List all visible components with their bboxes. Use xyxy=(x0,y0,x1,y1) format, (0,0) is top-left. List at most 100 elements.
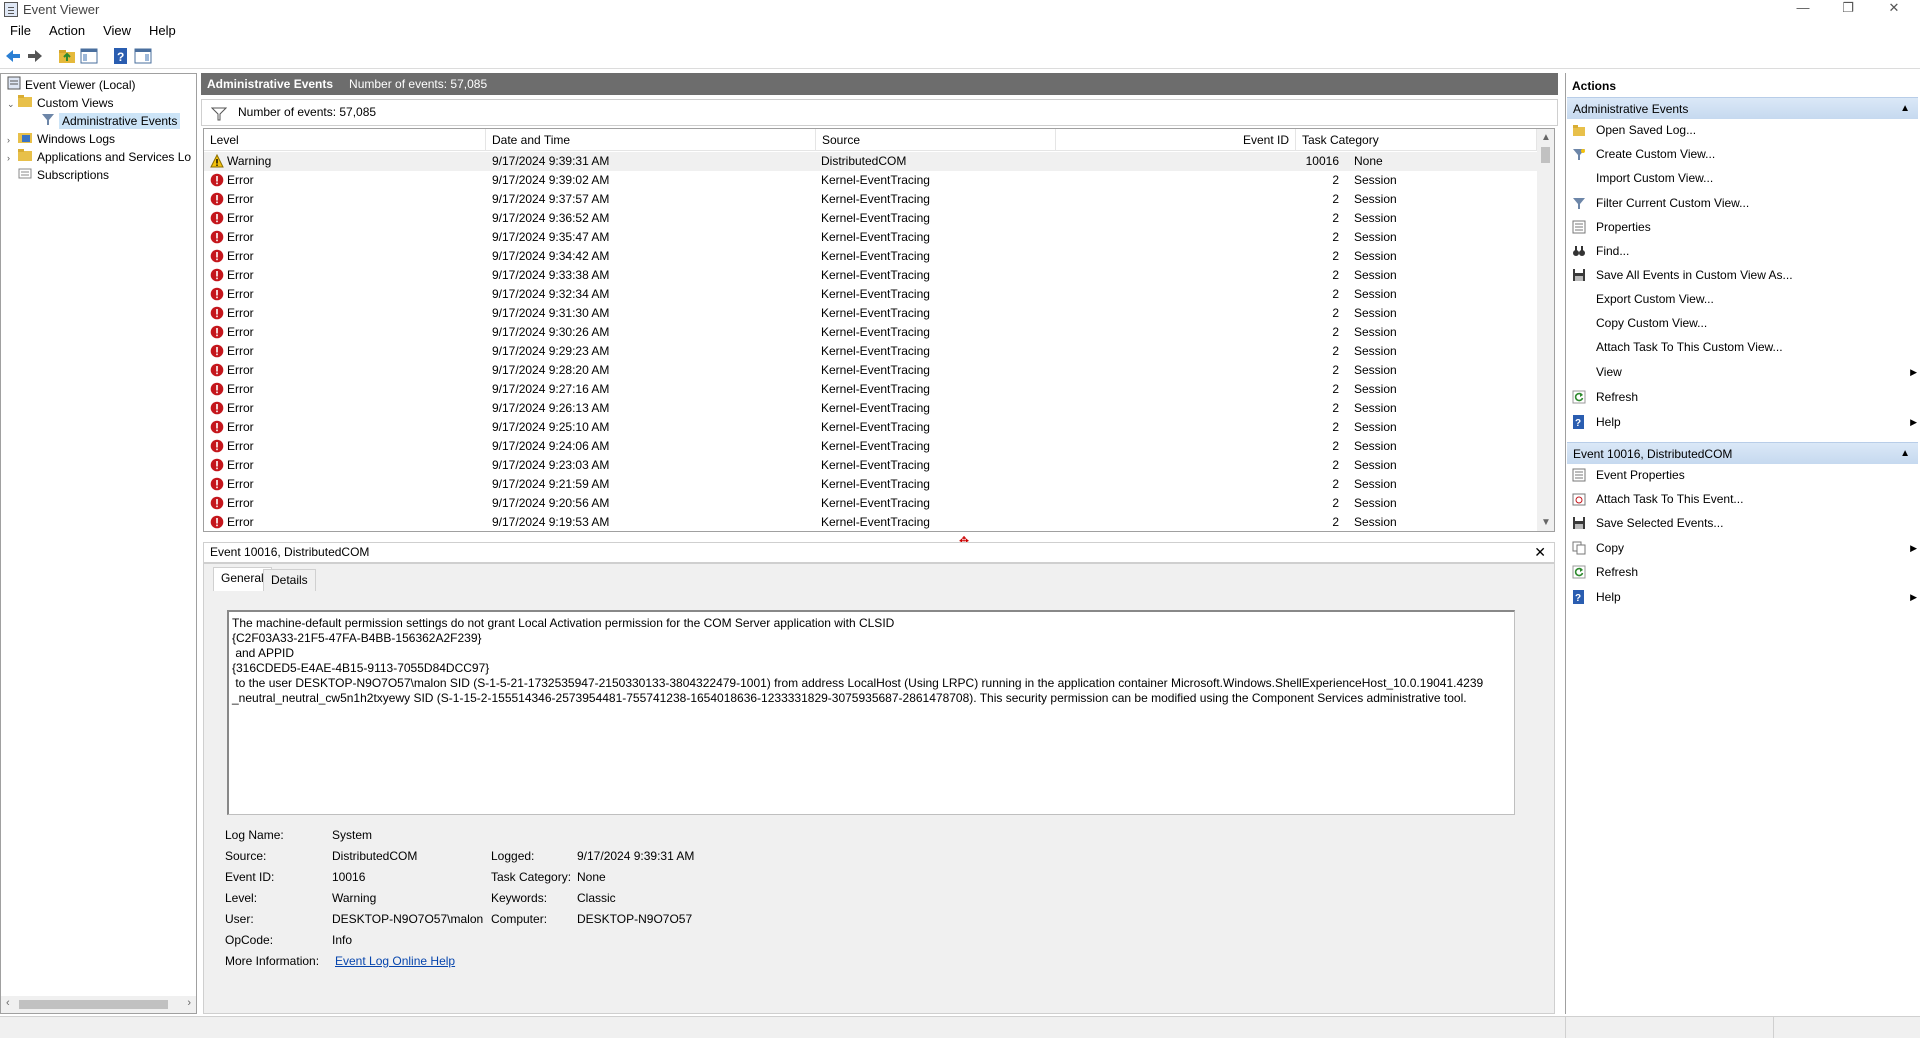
level-cell: Error xyxy=(210,437,254,456)
level-text: Error xyxy=(227,192,254,206)
error-icon xyxy=(210,287,224,301)
action-attach-task-to-this-event[interactable]: Attach Task To This Event... xyxy=(1572,489,1917,509)
column-header-date-time[interactable]: Date and Time xyxy=(486,129,816,151)
menu-file[interactable]: File xyxy=(0,21,38,38)
minimize-button[interactable]: — xyxy=(1780,0,1826,20)
table-row[interactable]: Error 9/17/2024 9:29:23 AM Kernel-EventTra… xyxy=(204,342,1537,361)
submenu-arrow-icon: ▶ xyxy=(1910,592,1917,602)
up-folder-icon[interactable] xyxy=(58,47,76,65)
action-save-selected-events[interactable]: Save Selected Events... xyxy=(1572,513,1917,533)
error-icon xyxy=(210,192,224,206)
date-cell: 9/17/2024 9:37:57 AM xyxy=(492,192,610,206)
close-detail-button[interactable]: ✕ xyxy=(1534,543,1546,562)
level-text: Error xyxy=(227,306,254,320)
action-refresh[interactable]: Refresh xyxy=(1572,387,1917,407)
forward-arrow-icon[interactable] xyxy=(26,47,44,65)
column-header-task-category[interactable]: Task Category xyxy=(1296,129,1537,151)
tree-horizontal-scrollbar[interactable]: ‹ › xyxy=(1,996,196,1013)
table-row[interactable]: Error 9/17/2024 9:28:20 AM Kernel-EventTra… xyxy=(204,361,1537,380)
restore-button[interactable]: ❐ xyxy=(1825,0,1871,20)
close-window-button[interactable]: ✕ xyxy=(1871,0,1917,20)
collapsed-chevron-icon[interactable]: › xyxy=(7,149,17,167)
actions-section-event[interactable]: Event 10016, DistributedCOM ▲ xyxy=(1567,442,1918,464)
table-row[interactable]: Error 9/17/2024 9:21:59 AM Kernel-EventTra… xyxy=(204,475,1537,494)
show-hide-action-pane-icon[interactable] xyxy=(134,47,152,65)
logged-label: Logged: xyxy=(491,849,535,863)
action-import-custom-view[interactable]: Import Custom View... xyxy=(1572,168,1917,188)
scroll-down-arrow-icon[interactable]: ▼ xyxy=(1541,517,1551,528)
scrollbar-thumb[interactable] xyxy=(19,1000,168,1009)
tree-item-windows-logs[interactable]: › Windows Logs xyxy=(7,130,115,148)
level-text: Error xyxy=(227,439,254,453)
scroll-up-arrow-icon[interactable]: ▲ xyxy=(1541,132,1551,143)
tree-item-custom-views[interactable]: ⌄ Custom Views xyxy=(7,94,113,112)
collapse-section-icon[interactable]: ▲ xyxy=(1900,443,1910,465)
action-save-all-events-in-custom-view-as[interactable]: Save All Events in Custom View As... xyxy=(1572,265,1917,285)
scroll-right-arrow-icon[interactable]: › xyxy=(187,997,191,1009)
tree-item-applications-and-services[interactable]: › Applications and Services Lo xyxy=(7,148,191,166)
column-header-level[interactable]: Level xyxy=(204,129,486,151)
subscriptions-icon xyxy=(17,166,33,185)
table-row[interactable]: Error 9/17/2024 9:30:26 AM Kernel-EventTra… xyxy=(204,323,1537,342)
action-copy-custom-view[interactable]: Copy Custom View... xyxy=(1572,313,1917,333)
actions-section-administrative-events[interactable]: Administrative Events ▲ xyxy=(1567,97,1918,119)
collapse-section-icon[interactable]: ▲ xyxy=(1900,98,1910,120)
table-row[interactable]: Error 9/17/2024 9:34:42 AM Kernel-EventTra… xyxy=(204,247,1537,266)
menu-view[interactable]: View xyxy=(92,21,138,38)
menu-action[interactable]: Action xyxy=(38,21,92,38)
action-event-properties[interactable]: Event Properties xyxy=(1572,465,1917,485)
table-row[interactable]: Error 9/17/2024 9:20:56 AM Kernel-EventTra… xyxy=(204,494,1537,513)
tree-item-administrative-events[interactable]: Administrative Events xyxy=(41,112,181,130)
tree-item-event-viewer-local[interactable]: Event Viewer (Local) xyxy=(7,76,136,94)
task-category-cell: Session xyxy=(1354,230,1397,244)
table-row[interactable]: Warning 9/17/2024 9:39:31 AM DistributedCO… xyxy=(204,152,1537,171)
table-row[interactable]: Error 9/17/2024 9:23:03 AM Kernel-EventTra… xyxy=(204,456,1537,475)
action-filter-current-custom-view[interactable]: Filter Current Custom View... xyxy=(1572,193,1917,213)
table-row[interactable]: Error 9/17/2024 9:19:53 AM Kernel-EventTra… xyxy=(204,513,1537,531)
scrollbar-thumb[interactable] xyxy=(1541,147,1550,163)
menu-help[interactable]: Help xyxy=(138,21,183,38)
table-row[interactable]: Error 9/17/2024 9:33:38 AM Kernel-EventTra… xyxy=(204,266,1537,285)
action-find[interactable]: Find... xyxy=(1572,241,1917,261)
event-log-online-help-link[interactable]: Event Log Online Help xyxy=(335,954,455,968)
column-header-event-id[interactable]: Event ID xyxy=(1056,129,1296,151)
action-open-saved-log[interactable]: Open Saved Log... xyxy=(1572,120,1917,140)
tab-details[interactable]: Details xyxy=(263,569,316,591)
column-header-source[interactable]: Source xyxy=(816,129,1056,151)
table-row[interactable]: Error 9/17/2024 9:27:16 AM Kernel-EventTra… xyxy=(204,380,1537,399)
table-row[interactable]: Error 9/17/2024 9:39:02 AM Kernel-EventTra… xyxy=(204,171,1537,190)
expand-chevron-icon[interactable]: ⌄ xyxy=(7,95,17,113)
action-label: Help xyxy=(1596,415,1621,429)
action-copy[interactable]: Copy ▶ xyxy=(1572,538,1917,558)
table-row[interactable]: Error 9/17/2024 9:31:30 AM Kernel-EventTra… xyxy=(204,304,1537,323)
events-vertical-scrollbar[interactable]: ▲ ▼ xyxy=(1537,129,1554,531)
action-help[interactable]: ? Help ▶ xyxy=(1572,412,1917,432)
source-cell: Kernel-EventTracing xyxy=(821,173,930,187)
back-arrow-icon[interactable] xyxy=(4,47,22,65)
action-refresh[interactable]: Refresh xyxy=(1572,562,1917,582)
table-row[interactable]: Error 9/17/2024 9:37:57 AM Kernel-EventTra… xyxy=(204,190,1537,209)
table-row[interactable]: Error 9/17/2024 9:25:10 AM Kernel-EventTra… xyxy=(204,418,1537,437)
event-description[interactable]: The machine-default permission settings … xyxy=(227,610,1515,815)
action-create-custom-view[interactable]: Create Custom View... xyxy=(1572,144,1917,164)
table-row[interactable]: Error 9/17/2024 9:24:06 AM Kernel-EventTra… xyxy=(204,437,1537,456)
action-properties[interactable]: Properties xyxy=(1572,217,1917,237)
save-icon xyxy=(1572,268,1586,282)
action-attach-task-to-this-custom-view[interactable]: Attach Task To This Custom View... xyxy=(1572,337,1917,357)
action-export-custom-view[interactable]: Export Custom View... xyxy=(1572,289,1917,309)
table-row[interactable]: Error 9/17/2024 9:36:52 AM Kernel-EventTra… xyxy=(204,209,1537,228)
action-label: Event Properties xyxy=(1596,468,1685,482)
date-cell: 9/17/2024 9:30:26 AM xyxy=(492,325,610,339)
table-row[interactable]: Error 9/17/2024 9:26:13 AM Kernel-EventTra… xyxy=(204,399,1537,418)
table-row[interactable]: Error 9/17/2024 9:32:34 AM Kernel-EventTra… xyxy=(204,285,1537,304)
show-hide-console-tree-icon[interactable] xyxy=(80,47,98,65)
action-view[interactable]: View ▶ xyxy=(1572,362,1917,382)
task-category-cell: Session xyxy=(1354,496,1397,510)
tree-item-subscriptions[interactable]: Subscriptions xyxy=(17,166,109,184)
scroll-left-arrow-icon[interactable]: ‹ xyxy=(6,997,10,1009)
table-row[interactable]: Error 9/17/2024 9:35:47 AM Kernel-EventTra… xyxy=(204,228,1537,247)
error-icon xyxy=(210,249,224,263)
collapsed-chevron-icon[interactable]: › xyxy=(7,131,17,149)
help-icon[interactable]: ? xyxy=(112,47,130,65)
action-help[interactable]: ? Help ▶ xyxy=(1572,587,1917,607)
